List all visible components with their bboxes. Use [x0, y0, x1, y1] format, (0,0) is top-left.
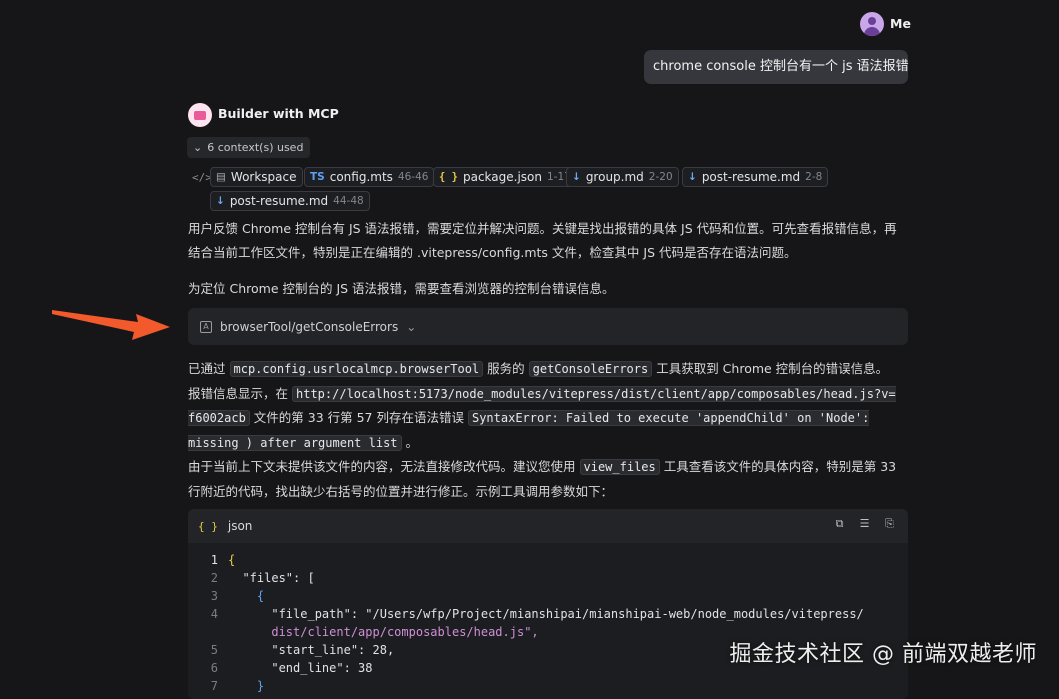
- line-number: 4: [210, 607, 218, 621]
- chevron-down-icon: ⌄: [193, 141, 203, 154]
- chip-name: package.json: [462, 170, 542, 184]
- result-paragraph: 已通过 mcp.config.usrlocalmcp.browserTool 服…: [188, 357, 900, 503]
- code-lines: 1{ 2 "files": [ 3 { 4 "file_path": "/Use…: [188, 551, 908, 695]
- red-arrow-annotation: [52, 310, 170, 340]
- line-number: 5: [210, 643, 218, 657]
- chip-range: 46-46: [397, 171, 429, 183]
- context-chip-post-resume-1[interactable]: ↓ post-resume.md 2-8: [682, 167, 829, 187]
- intro-paragraph-2: 为定位 Chrome 控制台的 JS 语法报错，需要查看浏览器的控制台错误信息。: [188, 281, 615, 296]
- inline-code: view_files: [579, 459, 660, 475]
- code-line: 7 }: [188, 677, 908, 695]
- line-number: 3: [210, 589, 218, 603]
- line-number: [188, 623, 228, 641]
- intro-paragraph-1: 用户反馈 Chrome 控制台有 JS 语法报错，需要定位并解决问题。关键是找出…: [188, 221, 897, 260]
- line-number: 7: [210, 679, 218, 693]
- user-message: chrome console 控制台有一个 js 语法报错: [644, 50, 909, 84]
- code-text: dist/client/app/composables/head.js",: [228, 625, 539, 639]
- result-text: 已通过: [188, 361, 226, 376]
- tool-icon: A: [200, 320, 212, 333]
- tool-call-label: browserTool/getConsoleErrors: [220, 319, 399, 334]
- chip-range: 44-48: [333, 195, 364, 207]
- line-number: 6: [210, 661, 218, 675]
- watermark: 掘金技术社区 @ 前端双越老师: [729, 642, 1037, 667]
- code-text: "start_line": 28,: [228, 643, 395, 657]
- result-text: 由于当前上下文未提供该文件的内容，无法直接修改代码。建议您使用: [188, 459, 576, 474]
- chevron-down-icon: ⌄: [406, 319, 417, 334]
- apply-icon[interactable]: ⎘: [883, 517, 896, 530]
- context-chip-config[interactable]: TS config.mts 46-46: [304, 167, 435, 187]
- user-name: Me: [890, 16, 911, 31]
- code-text: {: [228, 589, 265, 603]
- code-language: json: [227, 519, 253, 533]
- code-text: "end_line": 38: [228, 661, 373, 675]
- markdown-file-icon: ↓: [572, 171, 581, 183]
- inline-code: getConsoleErrors: [528, 361, 653, 377]
- result-text: 。: [405, 434, 419, 450]
- result-text: 文件的第 33 行第 57 列存在语法错误: [253, 410, 464, 425]
- line-number: 2: [210, 571, 218, 585]
- chip-name: group.md: [585, 170, 644, 184]
- code-block: { } json ⧉ ☰ ⎘ 1{ 2 "files": [ 3 { 4 "fi…: [188, 509, 908, 699]
- code-line: 3 {: [188, 587, 908, 605]
- insert-icon[interactable]: ☰: [858, 517, 871, 530]
- context-toggle-label: 6 context(s) used: [207, 141, 304, 154]
- inline-code: mcp.config.usrlocalmcp.browserTool: [229, 361, 484, 377]
- typescript-file-icon: TS: [310, 171, 325, 183]
- chip-name: Workspace: [230, 170, 297, 184]
- tool-call-row[interactable]: A browserTool/getConsoleErrors ⌄: [188, 308, 908, 345]
- code-block-header: { } json: [188, 509, 908, 543]
- code-text: {: [228, 553, 236, 567]
- context-chip-post-resume-2[interactable]: ↓ post-resume.md 44-48: [210, 191, 370, 211]
- context-chip-workspace[interactable]: ▤ Workspace: [210, 167, 303, 187]
- code-text: "file_path": "/Users/wfp/Project/mianshi…: [228, 607, 864, 621]
- code-reference-icon: </>: [192, 171, 212, 184]
- code-line: 4 "file_path": "/Users/wfp/Project/mians…: [188, 605, 908, 623]
- markdown-file-icon: ↓: [688, 171, 697, 183]
- context-toggle[interactable]: ⌄ 6 context(s) used: [187, 137, 311, 158]
- code-text: }: [228, 679, 265, 693]
- context-chip-package[interactable]: { } package.json 1-17: [433, 167, 577, 187]
- chip-name: post-resume.md: [701, 170, 801, 184]
- assistant-avatar: [188, 103, 212, 127]
- context-chip-group[interactable]: ↓ group.md 2-20: [566, 167, 679, 187]
- chip-name: post-resume.md: [229, 194, 329, 208]
- code-text: "files": [: [228, 571, 315, 585]
- code-line: 1{: [188, 551, 908, 569]
- workspace-icon: ▤: [216, 171, 226, 183]
- result-text: 服务的: [487, 361, 525, 376]
- line-number: 1: [210, 553, 218, 567]
- copy-icon[interactable]: ⧉: [833, 517, 846, 530]
- chip-range: 2-8: [805, 171, 823, 183]
- chip-range: 2-20: [648, 171, 673, 183]
- markdown-file-icon: ↓: [216, 195, 225, 207]
- assistant-name: Builder with MCP: [218, 106, 339, 121]
- json-icon: { }: [198, 519, 218, 533]
- json-file-icon: { }: [439, 171, 458, 183]
- user-avatar: [860, 12, 884, 36]
- chip-name: config.mts: [329, 170, 393, 184]
- code-line: 2 "files": [: [188, 569, 908, 587]
